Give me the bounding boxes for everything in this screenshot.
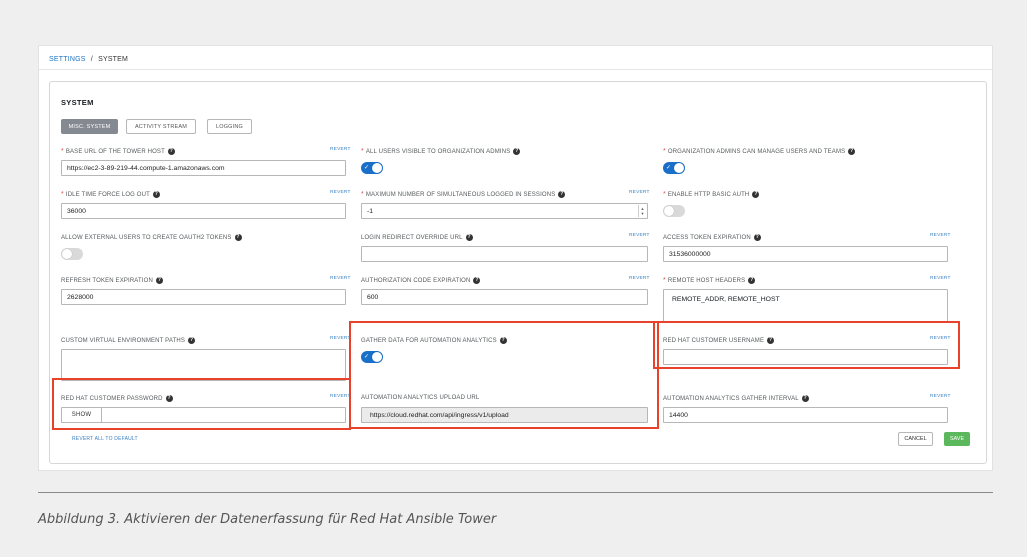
required-mark: *: [61, 148, 64, 155]
remote-host-revert[interactable]: REVERT: [930, 276, 951, 281]
max-sessions-revert[interactable]: REVERT: [629, 190, 650, 195]
remote-host-textarea[interactable]: REMOTE_ADDR, REMOTE_HOST: [663, 289, 948, 322]
highlight-box-password: [52, 378, 351, 430]
breadcrumb-current: SYSTEM: [98, 56, 129, 63]
max-sessions-label-text: MAXIMUM NUMBER OF SIMULTANEOUS LOGGED IN…: [365, 191, 556, 198]
remote-host-label: * REMOTE HOST HEADERS?: [663, 277, 756, 284]
help-icon[interactable]: ?: [155, 277, 163, 284]
base-url-revert[interactable]: REVERT: [330, 147, 351, 152]
highlight-box-username: [653, 321, 960, 369]
refresh-token-revert[interactable]: REVERT: [330, 276, 351, 281]
panel-title: SYSTEM: [61, 98, 94, 107]
users-visible-label-text: ALL USERS VISIBLE TO ORGANIZATION ADMINS: [365, 148, 511, 155]
check-icon: ✓: [364, 165, 370, 171]
help-icon[interactable]: ?: [848, 148, 856, 155]
login-redirect-label: LOGIN REDIRECT OVERRIDE URL?: [361, 234, 473, 241]
help-icon[interactable]: ?: [473, 277, 481, 284]
basic-auth-label: * ENABLE HTTP BASIC AUTH?: [663, 191, 760, 198]
help-icon[interactable]: ?: [801, 395, 809, 402]
auth-code-revert[interactable]: REVERT: [629, 276, 650, 281]
cancel-button[interactable]: CANCEL: [898, 432, 933, 446]
tab-logging[interactable]: LOGGING: [207, 119, 252, 134]
help-icon[interactable]: ?: [152, 191, 160, 198]
refresh-token-input[interactable]: 2628000: [61, 289, 346, 305]
access-token-label: ACCESS TOKEN EXPIRATION?: [663, 234, 761, 241]
tab-misc-system[interactable]: MISC. SYSTEM: [61, 119, 118, 134]
oauth-tokens-label: ALLOW EXTERNAL USERS TO CREATE OAUTH2 TO…: [61, 234, 242, 241]
idle-logout-label: * IDLE TIME FORCE LOG OUT?: [61, 191, 160, 198]
breadcrumb: SETTINGS / SYSTEM: [49, 56, 128, 63]
base-url-label: * BASE URL OF THE TOWER HOST?: [61, 148, 175, 155]
oauth-tokens-toggle[interactable]: [61, 248, 83, 260]
help-icon[interactable]: ?: [513, 148, 521, 155]
help-icon[interactable]: ?: [558, 191, 566, 198]
gather-interval-label: AUTOMATION ANALYTICS GATHER INTERVAL?: [663, 395, 809, 402]
required-mark: *: [663, 148, 666, 155]
org-admins-label-text: ORGANIZATION ADMINS CAN MANAGE USERS AND…: [667, 148, 846, 155]
auth-code-label: AUTHORIZATION CODE EXPIRATION?: [361, 277, 481, 284]
oauth-tokens-label-text: ALLOW EXTERNAL USERS TO CREATE OAUTH2 TO…: [61, 234, 232, 241]
org-admins-label: * ORGANIZATION ADMINS CAN MANAGE USERS AN…: [663, 148, 856, 155]
login-redirect-input[interactable]: [361, 246, 648, 262]
required-mark: *: [663, 277, 666, 284]
access-token-revert[interactable]: REVERT: [930, 233, 951, 238]
caption-divider: [38, 492, 993, 493]
access-token-label-text: ACCESS TOKEN EXPIRATION: [663, 234, 751, 241]
venv-paths-label: CUSTOM VIRTUAL ENVIRONMENT PATHS?: [61, 337, 196, 344]
idle-logout-revert[interactable]: REVERT: [330, 190, 351, 195]
basic-auth-label-text: ENABLE HTTP BASIC AUTH: [667, 191, 750, 198]
required-mark: *: [663, 191, 666, 198]
users-visible-toggle[interactable]: ✓: [361, 162, 383, 174]
gather-interval-revert[interactable]: REVERT: [930, 394, 951, 399]
gather-interval-label-text: AUTOMATION ANALYTICS GATHER INTERVAL: [663, 395, 799, 402]
help-icon[interactable]: ?: [748, 277, 756, 284]
help-icon[interactable]: ?: [234, 234, 242, 241]
help-icon[interactable]: ?: [752, 191, 760, 198]
auth-code-label-text: AUTHORIZATION CODE EXPIRATION: [361, 277, 471, 284]
max-sessions-label: * MAXIMUM NUMBER OF SIMULTANEOUS LOGGED I…: [361, 191, 566, 198]
help-icon[interactable]: ?: [188, 337, 196, 344]
save-button[interactable]: SAVE: [944, 432, 970, 446]
highlight-box-gather-data: [349, 321, 659, 429]
required-mark: *: [61, 191, 64, 198]
revert-all-button[interactable]: REVERT ALL TO DEFAULT: [72, 436, 138, 442]
idle-logout-input[interactable]: 36000: [61, 203, 346, 219]
refresh-token-label-text: REFRESH TOKEN EXPIRATION: [61, 277, 153, 284]
auth-code-input[interactable]: 600: [361, 289, 648, 305]
refresh-token-label: REFRESH TOKEN EXPIRATION?: [61, 277, 163, 284]
help-icon[interactable]: ?: [167, 148, 175, 155]
max-sessions-value: -1: [367, 207, 374, 215]
basic-auth-toggle[interactable]: [663, 205, 685, 217]
help-icon[interactable]: ?: [465, 234, 473, 241]
check-icon: ✓: [666, 165, 672, 171]
venv-paths-textarea[interactable]: [61, 349, 346, 381]
remote-host-label-text: REMOTE HOST HEADERS: [667, 277, 746, 284]
max-sessions-input[interactable]: -1 ▲ ▼: [361, 203, 648, 219]
breadcrumb-divider: [39, 69, 992, 70]
breadcrumb-separator: /: [90, 56, 93, 63]
number-stepper-icon[interactable]: ▲ ▼: [638, 205, 646, 217]
login-redirect-revert[interactable]: REVERT: [629, 233, 650, 238]
help-icon[interactable]: ?: [753, 234, 761, 241]
venv-paths-label-text: CUSTOM VIRTUAL ENVIRONMENT PATHS: [61, 337, 186, 344]
figure-caption: Abbildung 3. Aktivieren der Datenerfassu…: [38, 512, 497, 527]
required-mark: *: [361, 148, 364, 155]
tab-activity-stream[interactable]: ACTIVITY STREAM: [126, 119, 196, 134]
login-redirect-label-text: LOGIN REDIRECT OVERRIDE URL: [361, 234, 463, 241]
highlight-connector-left: [349, 321, 351, 380]
base-url-label-text: BASE URL OF THE TOWER HOST: [65, 148, 165, 155]
idle-logout-label-text: IDLE TIME FORCE LOG OUT: [65, 191, 150, 198]
venv-paths-revert[interactable]: REVERT: [330, 336, 351, 341]
users-visible-label: * ALL USERS VISIBLE TO ORGANIZATION ADMIN…: [361, 148, 521, 155]
required-mark: *: [361, 191, 364, 198]
breadcrumb-settings-link[interactable]: SETTINGS: [49, 56, 86, 63]
base-url-input[interactable]: https://ec2-3-89-219-44.compute-1.amazon…: [61, 160, 346, 176]
access-token-input[interactable]: 31536000000: [663, 246, 948, 262]
gather-interval-input[interactable]: 14400: [663, 407, 948, 423]
org-admins-toggle[interactable]: ✓: [663, 162, 685, 174]
